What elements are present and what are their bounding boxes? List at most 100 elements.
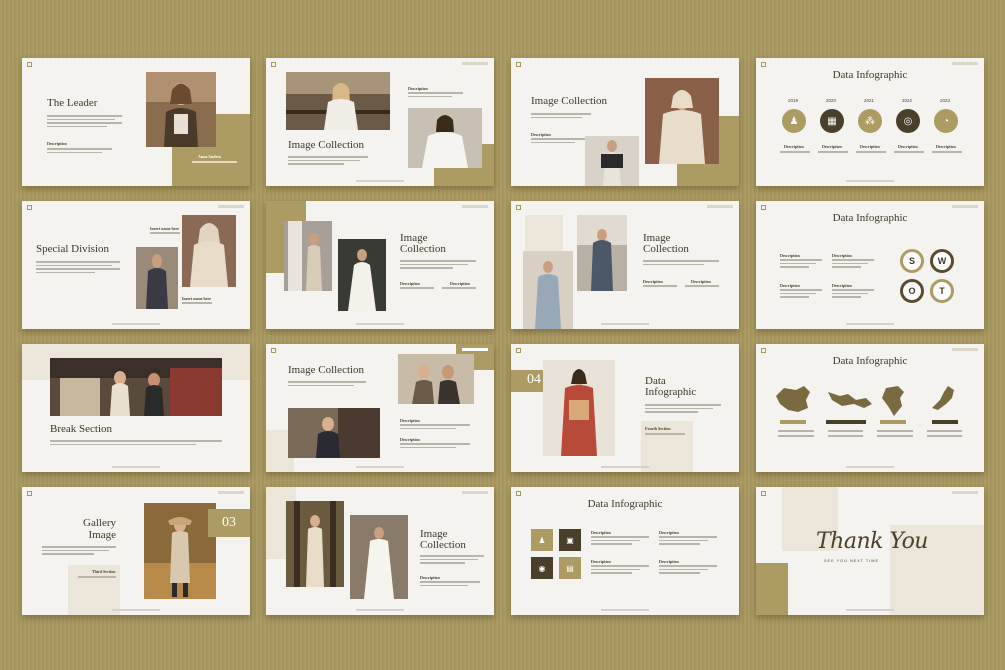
logo-mark [271,348,276,353]
description-label: Description [408,86,428,91]
photo-woman-white-dress [338,239,386,311]
description-label: Description [898,144,918,149]
description-label: Description [531,132,551,137]
body-text [36,261,120,273]
photo-couple [288,408,380,458]
body-text [645,404,721,413]
year-label: 2023 [940,98,951,103]
slide-gallery-image[interactable]: Gallery Image Third Section 03 [22,487,250,615]
footer-text [601,323,649,325]
logo-mark [761,62,766,67]
slide-title: Data Infographic [587,498,663,510]
footer-text [356,180,404,182]
description-text [408,92,463,97]
slide-image-collection-6[interactable]: Image Collection Description [266,487,494,615]
header-tag [462,491,488,494]
pale-block [525,215,563,255]
description-text [47,148,112,153]
description-text [780,259,822,268]
target-icon: ◎ [896,109,920,133]
map-bar [826,420,866,424]
slide-image-collection-5[interactable]: Image Collection Description Description [266,344,494,472]
logo-mark [761,348,766,353]
country-maps [776,386,954,416]
description-label: Description [784,144,804,149]
chart-icon: ▤ [559,557,581,579]
description-text [778,430,962,432]
slide-title: Break Section [50,423,113,435]
footer-text [112,466,160,468]
slide-data-infographic-maps[interactable]: Data Infographic [756,344,984,472]
header-tag [462,62,488,65]
slide-data-infographic-icons[interactable]: Data Infographic ♟ ▣ ◉ ▤ Description Des… [511,487,739,615]
header-tag [462,348,488,351]
slide-the-leader[interactable]: The Leader Description Anna Andrea [22,58,250,186]
slide-title: Image Collection [288,139,365,151]
slide-thank-you[interactable]: Thank You SEE YOU NEXT TIME [756,487,984,615]
body-text [288,381,366,386]
shopping-icon: ▣ [559,529,581,551]
slide-special-division[interactable]: Special Division Insert name here Insert… [22,201,250,329]
footer-text [112,323,160,325]
chart-icon: ◔ [934,109,958,133]
description-label: Description [832,253,852,258]
slide-data-infographic-swot[interactable]: Data Infographic Description Description… [756,201,984,329]
description-label: Description [400,418,420,423]
slide-image-collection-3[interactable]: Image Collection Description Description [266,201,494,329]
body-text [288,156,368,165]
portrait-photo [146,72,216,147]
thank-you-title: Thank You [816,529,928,554]
map-bar [932,420,958,424]
photo-woman-beige [645,78,719,164]
slide-image-collection-2[interactable]: Image Collection Description [511,58,739,186]
footer-text [356,466,404,468]
slide-title: Data Infographic [832,69,908,81]
calendar-icon: ▦ [820,109,844,133]
photo-woman-street [585,136,639,186]
footer-text [846,180,894,182]
description-label: Description [659,559,679,564]
slide-break-section[interactable]: Break Section [22,344,250,472]
photo-woman-city [577,215,627,291]
section-text [78,576,116,578]
body-text [420,555,484,564]
photo-woman-railing [286,72,390,130]
description-label: Description [691,279,711,284]
slide-title: Data Infographic [832,355,908,367]
slide-image-collection-4[interactable]: Image Collection Description Description [511,201,739,329]
photo-woman-denim [523,251,573,329]
header-tag [462,205,488,208]
description-label: Description [832,283,852,288]
body-text [50,440,222,445]
description-text [591,536,649,545]
swot-s: S [900,249,924,273]
slide-title-line2: Collection [420,539,466,551]
accent-block [756,563,788,615]
header-tag [952,348,978,351]
slide-title-line2: Collection [400,243,446,255]
description-text [832,259,874,268]
description-label: Description [780,283,800,288]
footer-text [846,323,894,325]
logo-mark [516,62,521,67]
footer-text [601,609,649,611]
slide-data-infographic-timeline[interactable]: Data Infographic 2019 2020 2021 2022 202… [756,58,984,186]
description-label: Description [420,575,440,580]
description-text [420,581,480,586]
slide-title-line2: Infographic [645,386,697,398]
slide-image-collection-1[interactable]: Description Image Collection [266,58,494,186]
description-label: Description [400,437,420,442]
description-label: Description [591,530,611,535]
slide-title: The Leader [47,97,98,109]
slide-title: Image Collection [531,95,608,107]
thank-you-subtitle: SEE YOU NEXT TIME [824,559,879,563]
header-tag [952,491,978,494]
photo-woman-window [284,221,332,291]
logo-mark [761,491,766,496]
description-text [643,285,719,287]
slide-title: Special Division [36,243,110,255]
section-text [645,433,685,435]
slide-data-infographic-section-04[interactable]: 04 Data Infographic Fourth Section [511,344,739,472]
photo-woman-autumn [144,503,216,599]
logo-mark [516,491,521,496]
